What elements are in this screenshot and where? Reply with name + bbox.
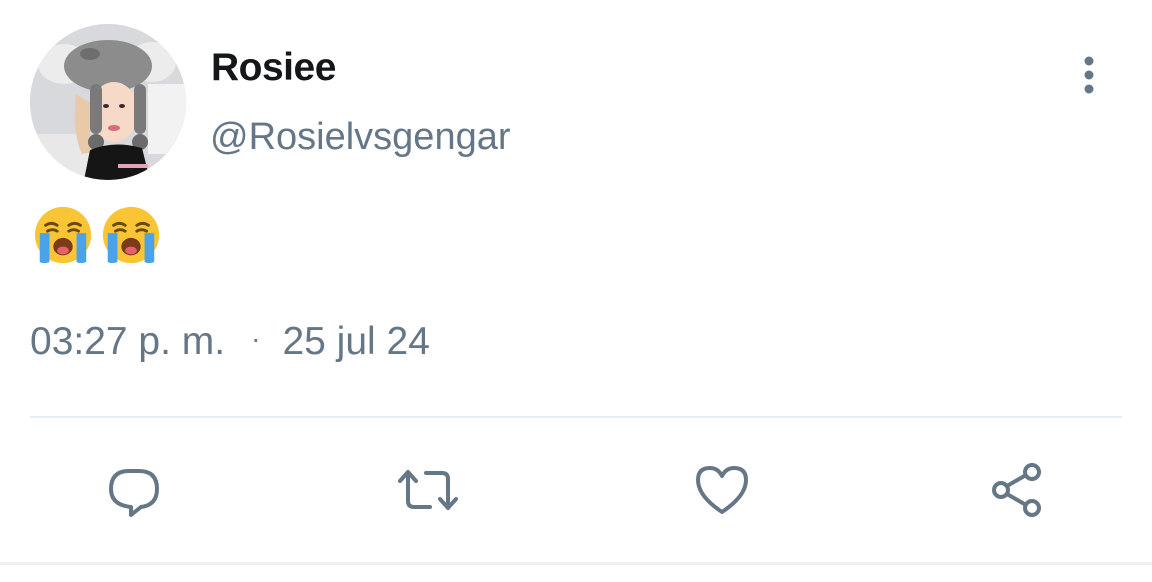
retweet-icon (398, 470, 458, 510)
more-options-button[interactable] (1072, 52, 1106, 98)
more-vertical-icon (1084, 56, 1094, 94)
user-handle[interactable]: @Rosielvsgengar (210, 116, 511, 159)
meta-separator: · (251, 323, 261, 354)
divider (30, 416, 1122, 418)
tweet-date: 25 jul 24 (282, 320, 430, 363)
share-button[interactable] (986, 458, 1050, 522)
like-button[interactable] (690, 458, 754, 522)
loudly-crying-face-emoji (34, 206, 92, 264)
tweet-timestamp: 03:27 p. m. · 25 jul 24 (30, 320, 430, 364)
bottom-divider (0, 562, 1152, 565)
tweet-text (32, 204, 162, 268)
reply-icon (109, 469, 159, 517)
avatar-image (30, 24, 186, 180)
reply-button[interactable] (102, 458, 166, 522)
tweet-time: 03:27 p. m. (30, 320, 226, 363)
display-name[interactable]: Rosiee (211, 46, 336, 90)
tweet-card: Rosiee @Rosielvsgengar 03:27 p. m. · 25 … (0, 0, 1152, 582)
heart-icon (696, 466, 748, 514)
retweet-button[interactable] (396, 458, 460, 522)
loudly-crying-face-emoji (102, 206, 160, 264)
avatar[interactable] (30, 24, 186, 180)
share-icon (992, 463, 1041, 517)
